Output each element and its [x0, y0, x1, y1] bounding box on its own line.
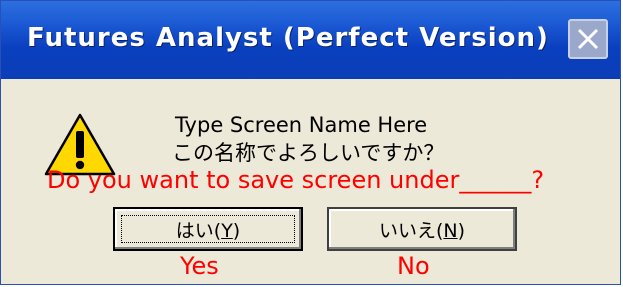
close-icon — [577, 28, 599, 50]
confirm-question-text: この名称でよろしいですか？ — [172, 141, 445, 165]
yes-annotation: Yes — [180, 252, 219, 280]
window-title: Futures Analyst (Perfect Version) — [27, 23, 549, 53]
yes-button[interactable]: はい(Y) — [113, 207, 303, 251]
no-button-label: いいえ(N) — [378, 219, 466, 242]
dialog-body: Type Screen Name Here この名称でよろしいですか？ Do y… — [5, 79, 616, 280]
screen-name-text: Type Screen Name Here — [175, 113, 428, 137]
translation-annotation: Do you want to save screen under______? — [47, 166, 545, 194]
dialog-window: Futures Analyst (Perfect Version) Type S… — [0, 0, 621, 285]
no-button[interactable]: いいえ(N) — [327, 207, 517, 251]
no-annotation: No — [397, 252, 430, 280]
focus-rectangle — [121, 215, 295, 243]
close-button[interactable] — [568, 19, 608, 59]
title-bar[interactable]: Futures Analyst (Perfect Version) — [1, 1, 620, 79]
